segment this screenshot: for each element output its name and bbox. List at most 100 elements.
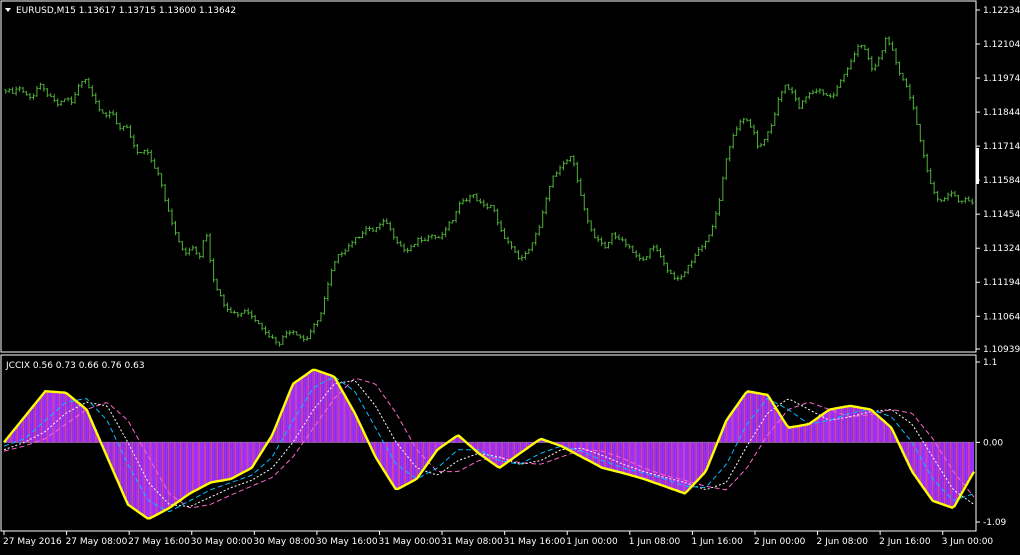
histogram-bar — [645, 442, 647, 479]
histogram-bar — [113, 442, 115, 471]
histogram-bar — [883, 422, 885, 442]
histogram-bar — [507, 442, 509, 461]
histogram-bar — [501, 442, 503, 466]
histogram-bar — [123, 442, 125, 494]
histogram-bar — [651, 442, 653, 481]
histogram-bar — [610, 442, 612, 470]
histogram-bar — [748, 392, 750, 443]
histogram-bar — [926, 442, 928, 493]
histogram-bar — [695, 442, 697, 481]
histogram-bar — [962, 442, 964, 489]
histogram-bar — [216, 442, 218, 481]
time-label: 31 May 16:00 — [504, 537, 566, 547]
histogram-bar — [915, 442, 917, 479]
price-tick-label: 1.10939 — [983, 345, 1020, 355]
histogram-bar — [182, 442, 184, 498]
time-label: 30 May 08:00 — [253, 537, 315, 547]
histogram-bar — [406, 442, 408, 484]
histogram-bar — [942, 442, 944, 504]
histogram-bar — [53, 392, 55, 443]
histogram-bar — [964, 442, 966, 486]
histogram-bar — [804, 425, 806, 443]
histogram-bar — [871, 411, 873, 442]
histogram-bar — [887, 426, 889, 443]
price-tick-label: 1.11454 — [983, 210, 1020, 220]
histogram-bar — [913, 442, 915, 476]
histogram-bar — [816, 418, 818, 443]
histogram-bar — [307, 373, 309, 442]
histogram-bar — [186, 442, 188, 496]
histogram-bar — [921, 442, 923, 487]
histogram-bar — [240, 442, 242, 473]
price-tick-label: 1.11584 — [983, 176, 1020, 186]
histogram-bar — [172, 442, 174, 506]
histogram-bar — [311, 371, 313, 443]
time-label: 1 Jun 16:00 — [691, 537, 743, 547]
histogram-bar — [384, 442, 386, 471]
dropdown-arrow-icon[interactable] — [5, 8, 11, 12]
histogram-bar — [234, 442, 236, 476]
histogram-bar — [930, 442, 932, 499]
histogram-bar — [643, 442, 645, 479]
histogram-bar — [744, 394, 746, 443]
histogram-bar — [139, 442, 141, 512]
histogram-bar — [612, 442, 614, 470]
histogram-bar — [742, 397, 744, 443]
histogram-bar — [833, 409, 835, 443]
histogram-bar — [824, 412, 826, 442]
histogram-bar — [18, 425, 20, 443]
histogram-bar — [75, 400, 77, 442]
histogram-bar — [493, 442, 495, 464]
histogram-bar — [729, 414, 731, 443]
histogram-bar — [683, 442, 685, 493]
histogram-bar — [14, 430, 16, 443]
histogram-bar — [194, 442, 196, 491]
histogram-bar — [226, 442, 228, 479]
price-panel-frame — [1, 1, 976, 352]
histogram-bar — [637, 442, 639, 477]
histogram-bar — [170, 442, 172, 507]
histogram-bar — [121, 442, 123, 489]
histogram-bar — [57, 392, 59, 442]
histogram-bar — [934, 442, 936, 501]
indicator-tick-label: 0.00 — [983, 438, 1003, 448]
histogram-bar — [932, 442, 934, 501]
histogram-bar — [150, 442, 152, 518]
histogram-bar — [251, 442, 253, 468]
histogram-bar — [238, 442, 240, 474]
histogram-bar — [414, 442, 416, 479]
histogram-bar — [831, 409, 833, 442]
histogram-bar — [59, 392, 61, 442]
histogram-bar — [295, 382, 297, 442]
histogram-bar — [659, 442, 661, 484]
histogram-bar — [588, 442, 590, 461]
histogram-bar — [697, 442, 699, 479]
histogram-bar — [782, 420, 784, 442]
histogram-bar — [79, 403, 81, 442]
histogram-bar — [859, 408, 861, 443]
histogram-bar — [206, 442, 208, 484]
histogram-bar — [877, 417, 879, 443]
histogram-bar — [344, 394, 346, 442]
time-label: 2 Jun 00:00 — [754, 537, 806, 547]
histogram-bar — [224, 442, 226, 480]
time-label: 30 May 00:00 — [191, 537, 253, 547]
histogram-bar — [843, 407, 845, 443]
histogram-bar — [790, 427, 792, 442]
histogram-bar — [416, 442, 418, 478]
histogram-bar — [115, 442, 117, 475]
time-axis: 27 May 201627 May 08:0027 May 16:0030 Ma… — [3, 531, 993, 547]
histogram-bar — [242, 442, 244, 472]
histogram-bar — [210, 442, 212, 482]
histogram-bar — [580, 442, 582, 456]
histogram-bar — [806, 424, 808, 442]
histogram-bar — [837, 408, 839, 442]
histogram-bar — [485, 442, 487, 458]
histogram-bar — [768, 398, 770, 443]
histogram-bar — [135, 442, 137, 510]
histogram-bar — [734, 408, 736, 442]
histogram-bar — [968, 442, 970, 478]
indicator-tick-label: -1.09 — [983, 518, 1007, 528]
histogram-bar — [38, 400, 40, 443]
time-label: 3 Jun 00:00 — [942, 537, 994, 547]
